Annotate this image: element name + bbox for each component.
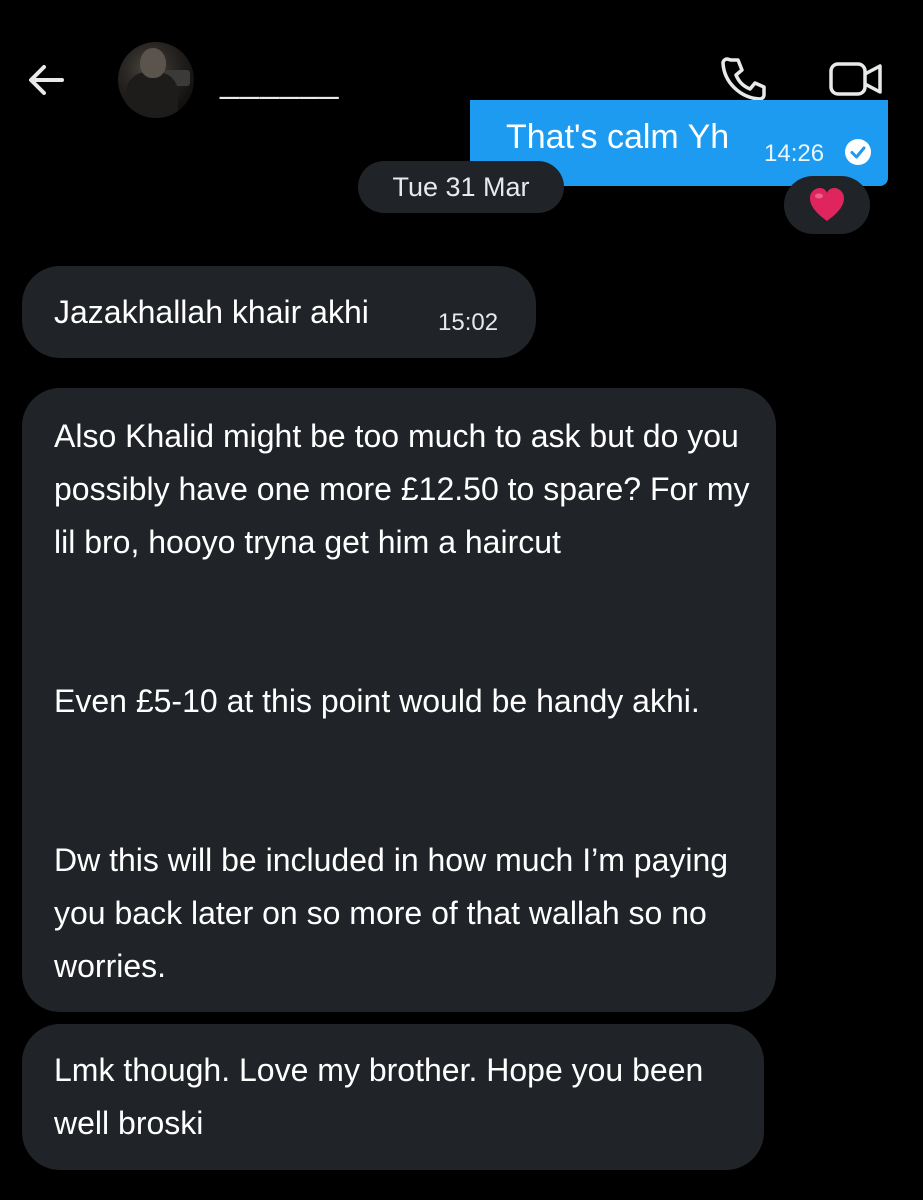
- incoming-message[interactable]: Jazakhallah khair akhi 15:02: [22, 266, 536, 358]
- date-separator: Tue 31 Mar: [358, 161, 564, 213]
- read-check-icon: [845, 139, 871, 165]
- incoming-message[interactable]: Also Khalid might be too much to ask but…: [22, 388, 776, 1012]
- phone-icon: [721, 57, 766, 101]
- contact-name[interactable]: ______: [220, 62, 339, 101]
- message-timestamp: 14:26: [764, 140, 825, 167]
- message-text: That's calm Yh: [506, 118, 730, 156]
- video-camera-icon: [829, 62, 882, 96]
- arrow-left-icon: [29, 65, 64, 95]
- call-button[interactable]: [718, 54, 768, 104]
- message-paragraph: Even £5-10 at this point would be handy …: [54, 683, 700, 719]
- back-button[interactable]: [22, 56, 70, 104]
- message-timestamp: 15:02: [438, 309, 499, 336]
- message-paragraph: Also Khalid might be too much to ask but…: [54, 418, 750, 560]
- incoming-message[interactable]: Lmk though. Love my brother. Hope you be…: [22, 1024, 764, 1170]
- message-text: Jazakhallah khair akhi: [54, 294, 369, 330]
- message-text: Lmk though. Love my brother. Hope you be…: [54, 1052, 704, 1141]
- video-call-button[interactable]: [826, 54, 886, 104]
- message-reaction[interactable]: [784, 176, 870, 234]
- avatar[interactable]: [118, 42, 194, 118]
- message-paragraph: Dw this will be included in how much I’m…: [54, 842, 729, 984]
- heart-icon: [810, 188, 844, 221]
